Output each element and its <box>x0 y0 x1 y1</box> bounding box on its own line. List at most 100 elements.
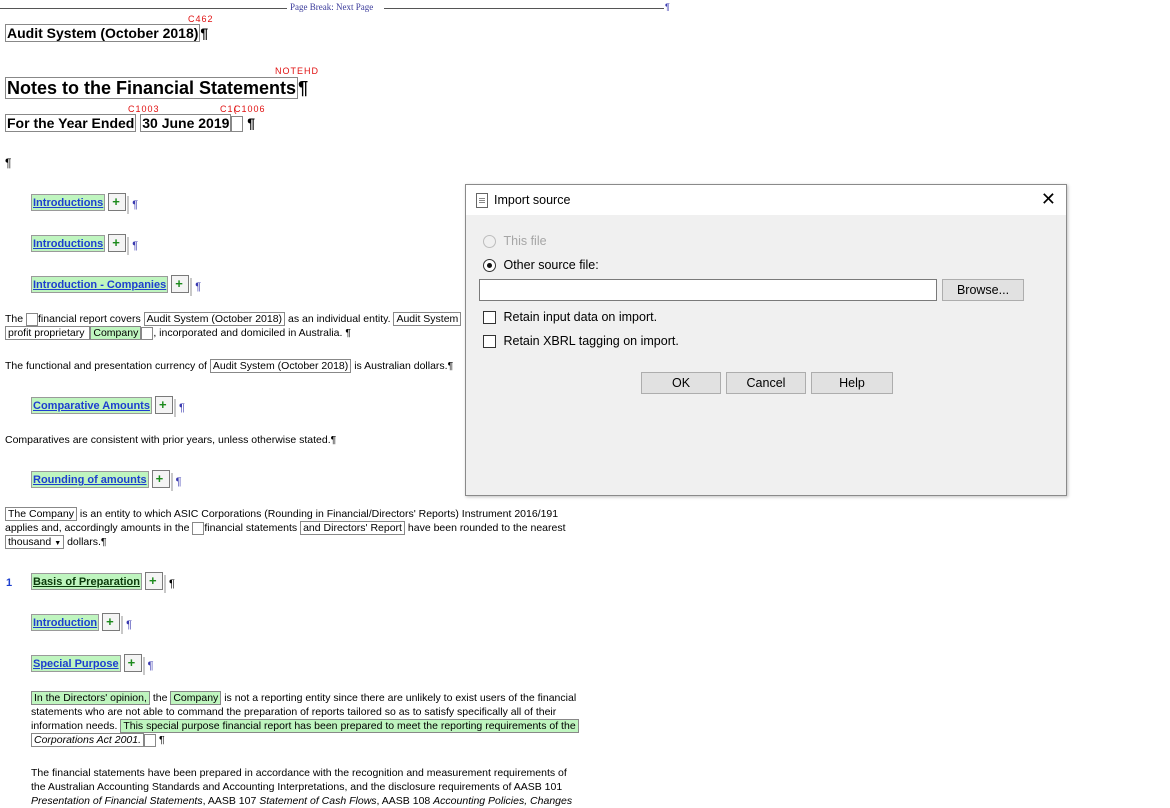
heading-comparative-amounts: Comparative Amounts + ¶ <box>31 392 185 417</box>
radio-button[interactable] <box>483 259 496 273</box>
paragraph-rounding: The Company is an entity to which ASIC C… <box>5 507 605 551</box>
text: , incorporated and domiciled in Australi… <box>153 327 351 339</box>
text: statements who are not able to command t… <box>31 706 557 718</box>
source-file-path-input[interactable] <box>479 279 937 301</box>
text: financial statements <box>204 522 301 534</box>
add-section-button[interactable]: + <box>144 572 166 593</box>
add-section-button[interactable]: + <box>171 275 193 296</box>
notes-title[interactable]: Notes to the Financial Statements <box>5 77 299 99</box>
radio-label: Other source file: <box>503 258 599 272</box>
heading-link[interactable]: Introductions <box>31 235 106 252</box>
add-section-button[interactable]: + <box>151 470 173 491</box>
paragraph-entity: The financial report covers Audit System… <box>5 312 465 340</box>
act-field[interactable]: Corporations Act 2001. <box>31 733 145 747</box>
cancel-button[interactable]: Cancel <box>726 372 806 394</box>
empty-field[interactable] <box>231 116 244 133</box>
entity-name-field[interactable]: Audit System (October 2018) <box>209 359 352 373</box>
plus-icon: + <box>127 655 136 670</box>
heading-introduction: Introduction + ¶ <box>31 609 132 634</box>
heading-introductions-2: Introductions + ¶ <box>31 230 138 255</box>
heading-link[interactable]: Introductions <box>31 194 106 211</box>
special-purpose-field[interactable]: This special purpose financial report ha… <box>120 719 579 733</box>
pilcrow: ¶ <box>195 281 202 293</box>
empty-field[interactable] <box>192 521 205 535</box>
help-button[interactable]: Help <box>811 372 893 394</box>
entity-name-field[interactable]: Audit System <box>393 312 462 326</box>
retain-xbrl-option[interactable]: Retain XBRL tagging on import. <box>483 334 679 349</box>
text: the Australian Accounting Standards and … <box>31 781 563 793</box>
field-code-tag: C1006 <box>234 104 266 114</box>
pilcrow: ¶ <box>132 199 139 211</box>
directors-report-field[interactable]: and Directors' Report <box>300 521 405 535</box>
pilcrow: ¶ <box>200 25 209 41</box>
section-number: 1 <box>6 577 13 589</box>
text: Accounting Policies, Changes <box>433 795 573 807</box>
text: The financial statements have been prepa… <box>31 767 567 779</box>
doc-title[interactable]: Audit System (October 2018) <box>5 24 201 42</box>
text: The <box>5 313 27 325</box>
heading-link[interactable]: Basis of Preparation <box>31 573 142 590</box>
add-section-button[interactable]: + <box>154 396 176 417</box>
radio-other-source[interactable]: Other source file: <box>483 258 599 273</box>
field-code-tag: C462 <box>188 14 214 24</box>
plus-icon: + <box>155 471 164 486</box>
document-icon <box>476 192 488 208</box>
empty-field[interactable] <box>26 312 39 326</box>
text: Statement of Cash Flows <box>259 795 377 807</box>
checkbox[interactable] <box>483 311 496 325</box>
radio-label: This file <box>503 234 547 248</box>
close-icon[interactable]: ✕ <box>1041 190 1056 208</box>
company-field[interactable]: The Company <box>5 507 77 521</box>
heading-introduction-companies: Introduction - Companies + ¶ <box>31 271 202 296</box>
plus-icon: + <box>158 397 167 412</box>
text: is Australian dollars.¶ <box>351 360 454 372</box>
ok-button[interactable]: OK <box>641 372 721 394</box>
radio-this-file[interactable]: This file <box>483 234 547 249</box>
empty-field[interactable] <box>144 733 157 747</box>
checkbox[interactable] <box>483 335 496 349</box>
heading-link[interactable]: Introduction - Companies <box>31 276 169 293</box>
entity-name-field[interactable]: Audit System (October 2018) <box>143 312 286 326</box>
rounding-dropdown[interactable]: thousand ▼ <box>5 535 65 549</box>
text: dollars.¶ <box>64 536 107 548</box>
pilcrow: ¶ <box>5 156 12 170</box>
browse-button[interactable]: Browse... <box>942 279 1024 301</box>
heading-introductions-1: Introductions + ¶ <box>31 189 139 214</box>
heading-link[interactable]: Comparative Amounts <box>31 397 152 414</box>
pilcrow: ¶ <box>178 402 185 414</box>
pilcrow: ¶ <box>147 660 154 672</box>
plus-icon: + <box>112 194 120 209</box>
radio-button[interactable] <box>483 235 496 249</box>
text: is an entity to which ASIC Corporations … <box>76 508 559 520</box>
page-break-label: Page Break: Next Page <box>290 2 374 12</box>
empty-field[interactable] <box>141 326 154 340</box>
text: as an individual entity. <box>285 313 394 325</box>
add-section-button[interactable]: + <box>108 193 130 214</box>
text: , AASB 108 <box>376 795 434 807</box>
rounding-value: thousand <box>8 536 52 548</box>
checkbox-label: Retain input data on import. <box>503 310 658 324</box>
heading-rounding: Rounding of amounts + ¶ <box>31 466 182 491</box>
heading-link[interactable]: Rounding of amounts <box>31 471 149 488</box>
heading-link[interactable]: Introduction <box>31 614 100 631</box>
entity-type-field[interactable]: profit proprietary <box>5 326 91 340</box>
plus-icon: + <box>112 235 120 250</box>
paragraph-standards: The financial statements have been prepa… <box>31 766 631 808</box>
heading-basis-of-preparation: Basis of Preparation + ¶ <box>31 568 175 593</box>
dialog-title: Import source <box>494 193 571 207</box>
year-ended-prefix[interactable]: For the Year Ended <box>5 114 137 132</box>
paragraph-comparatives: Comparatives are consistent with prior y… <box>5 434 337 446</box>
plus-icon: + <box>175 276 183 291</box>
add-section-button[interactable]: + <box>108 234 130 255</box>
year-ended-date[interactable]: 30 June 2019 <box>140 114 232 132</box>
heading-link[interactable]: Special Purpose <box>31 655 121 672</box>
retain-input-option[interactable]: Retain input data on import. <box>483 310 658 325</box>
add-section-button[interactable]: + <box>102 613 124 634</box>
pilcrow: ¶ <box>298 78 309 98</box>
directors-opinion-field[interactable]: In the Directors' opinion, <box>31 691 150 705</box>
dialog-title-bar[interactable]: Import source ✕ <box>466 185 1066 215</box>
add-section-button[interactable]: + <box>123 654 145 675</box>
company-field[interactable]: Company <box>170 691 222 705</box>
company-field[interactable]: Company <box>90 326 142 340</box>
pilcrow: ¶ <box>168 578 175 590</box>
